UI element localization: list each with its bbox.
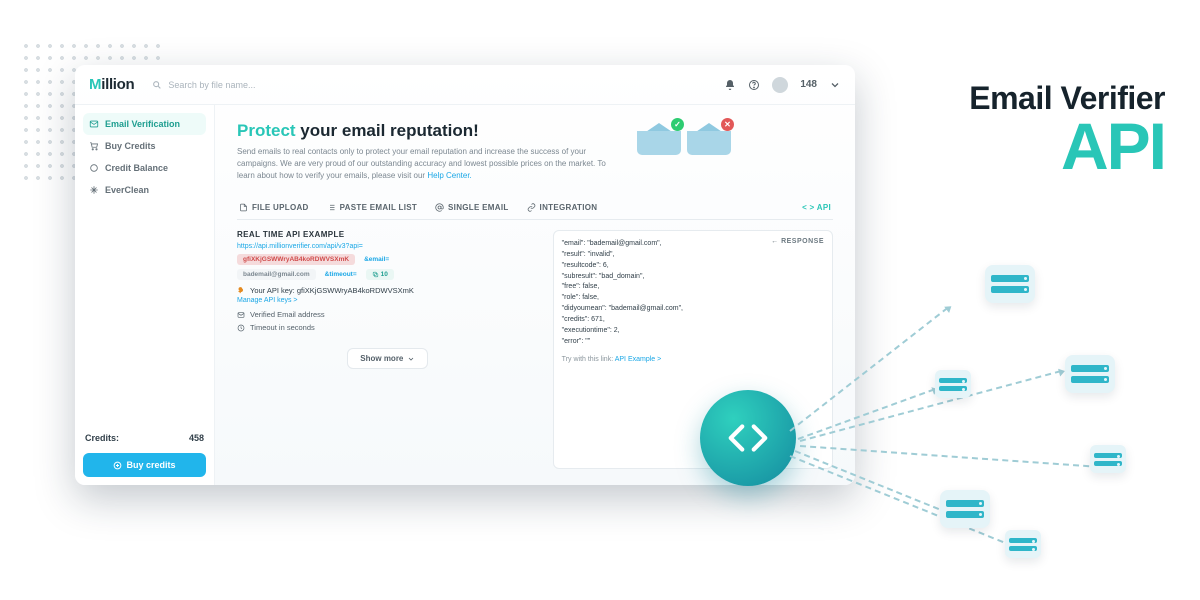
sidebar-label: Buy Credits bbox=[105, 141, 156, 151]
field-timeout: Timeout in seconds bbox=[237, 323, 539, 332]
chevron-down-icon[interactable] bbox=[829, 79, 841, 91]
sidebar-label: Email Verification bbox=[105, 119, 180, 129]
chevron-down-icon bbox=[407, 355, 415, 363]
envelope-valid-icon: ✓ bbox=[637, 121, 681, 155]
api-example-link[interactable]: API Example > bbox=[615, 356, 662, 363]
mail-outline-icon bbox=[237, 311, 245, 319]
server-node-icon bbox=[1005, 530, 1041, 558]
credits-label: Credits: bbox=[85, 433, 119, 443]
sidebar-item-email-verification[interactable]: Email Verification bbox=[83, 113, 206, 135]
coins-icon bbox=[89, 163, 99, 173]
sidebar-label: EverClean bbox=[105, 185, 149, 195]
sidebar-item-buy-credits[interactable]: Buy Credits bbox=[83, 135, 206, 157]
promo-line2: API bbox=[885, 117, 1165, 176]
topbar: Million Search by file name... 148 bbox=[75, 65, 855, 105]
help-icon[interactable] bbox=[748, 79, 760, 91]
api-request-panel: REAL TIME API EXAMPLE https://api.millio… bbox=[237, 230, 539, 469]
api-key-chip: gfiXKjGSWWryAB4koRDWVSXmK bbox=[237, 254, 355, 265]
tab-label: < > API bbox=[802, 203, 831, 212]
avatar[interactable] bbox=[772, 77, 788, 93]
server-node-icon bbox=[1065, 355, 1115, 393]
logo-text: illion bbox=[101, 76, 134, 93]
tabbar: FILE UPLOAD PASTE EMAIL LIST SINGLE EMAI… bbox=[237, 196, 833, 220]
logo-accent: M bbox=[89, 76, 101, 93]
at-icon bbox=[435, 203, 444, 212]
server-node-icon bbox=[935, 370, 971, 398]
sidebar-item-credit-balance[interactable]: Credit Balance bbox=[83, 157, 206, 179]
tab-label: PASTE EMAIL LIST bbox=[340, 203, 417, 212]
credits-value: 458 bbox=[189, 433, 204, 443]
hero-heading: Protect your email reputation! bbox=[237, 121, 617, 141]
manage-api-keys-link[interactable]: Manage API keys > bbox=[237, 297, 539, 304]
sidebar: Email Verification Buy Credits Credit Ba… bbox=[75, 105, 215, 485]
tab-label: SINGLE EMAIL bbox=[448, 203, 509, 212]
server-node-icon bbox=[1090, 445, 1126, 473]
email-value-chip: bademail@gmail.com bbox=[237, 269, 316, 280]
list-icon bbox=[327, 203, 336, 212]
bell-icon[interactable] bbox=[724, 79, 736, 91]
tab-label: INTEGRATION bbox=[540, 203, 598, 212]
envelope-invalid-icon: ✕ bbox=[687, 121, 731, 155]
code-bubble-icon bbox=[700, 390, 796, 486]
api-example-heading: REAL TIME API EXAMPLE bbox=[237, 230, 539, 239]
hero-body: Send emails to real contacts only to pro… bbox=[237, 146, 617, 182]
file-icon bbox=[239, 203, 248, 212]
api-key-row: Your API key: gfiXKjGSWWryAB4koRDWVSXmK bbox=[237, 286, 539, 295]
clock-icon bbox=[237, 324, 245, 332]
sparkle-icon bbox=[89, 185, 99, 195]
copy-chip[interactable]: 10 bbox=[366, 269, 394, 280]
search-placeholder: Search by file name... bbox=[168, 80, 255, 90]
try-link-row: Try with this link: API Example > bbox=[562, 355, 824, 366]
tab-label: FILE UPLOAD bbox=[252, 203, 309, 212]
key-label: Your API key: bbox=[250, 286, 295, 295]
search-input[interactable]: Search by file name... bbox=[144, 80, 714, 90]
brand-logo[interactable]: Million bbox=[89, 76, 134, 93]
cart-icon bbox=[89, 141, 99, 151]
response-arrow-label: ← RESPONSE bbox=[771, 237, 824, 248]
sidebar-label: Credit Balance bbox=[105, 163, 168, 173]
help-center-link[interactable]: Help Center. bbox=[427, 171, 471, 180]
server-node-icon bbox=[985, 265, 1035, 303]
field-email: Verified Email address bbox=[237, 310, 539, 319]
tab-paste-list[interactable]: PASTE EMAIL LIST bbox=[327, 196, 417, 219]
credits-row: Credits: 458 bbox=[83, 429, 206, 447]
tab-integration[interactable]: INTEGRATION bbox=[527, 196, 598, 219]
tab-file-upload[interactable]: FILE UPLOAD bbox=[239, 196, 309, 219]
sidebar-item-everclean[interactable]: EverClean bbox=[83, 179, 206, 201]
show-more-label: Show more bbox=[360, 354, 403, 363]
buy-credits-button[interactable]: Buy credits bbox=[83, 453, 206, 477]
field-label: Timeout in seconds bbox=[250, 323, 315, 332]
api-url: https://api.millionverifier.com/api/v3?a… bbox=[237, 243, 539, 250]
plus-circle-icon bbox=[113, 461, 122, 470]
hero-illustration: ✓ ✕ bbox=[637, 121, 731, 182]
try-text: Try with this link: bbox=[562, 356, 613, 363]
topbar-credits: 148 bbox=[800, 79, 817, 90]
tab-single-email[interactable]: SINGLE EMAIL bbox=[435, 196, 509, 219]
promo-title: Email Verifier API bbox=[885, 80, 1165, 176]
buy-credits-label: Buy credits bbox=[126, 460, 175, 470]
param-timeout-chip: &timeout= bbox=[319, 269, 363, 280]
key-icon bbox=[237, 286, 246, 295]
server-node-icon bbox=[940, 490, 990, 528]
show-more-button[interactable]: Show more bbox=[347, 348, 428, 369]
hero: Protect your email reputation! Send emai… bbox=[237, 121, 833, 182]
link-icon bbox=[527, 203, 536, 212]
topbar-actions: 148 bbox=[724, 77, 841, 93]
tab-api[interactable]: < > API bbox=[802, 196, 831, 219]
search-icon bbox=[152, 80, 162, 90]
copy-icon bbox=[372, 271, 379, 278]
field-label: Verified Email address bbox=[250, 310, 325, 319]
mail-icon bbox=[89, 119, 99, 129]
key-value: gfiXKjGSWWryAB4koRDWVSXmK bbox=[297, 286, 414, 295]
param-email-chip: &email= bbox=[358, 254, 395, 265]
response-body: "email": "bademail@gmail.com","result": … bbox=[562, 239, 824, 347]
